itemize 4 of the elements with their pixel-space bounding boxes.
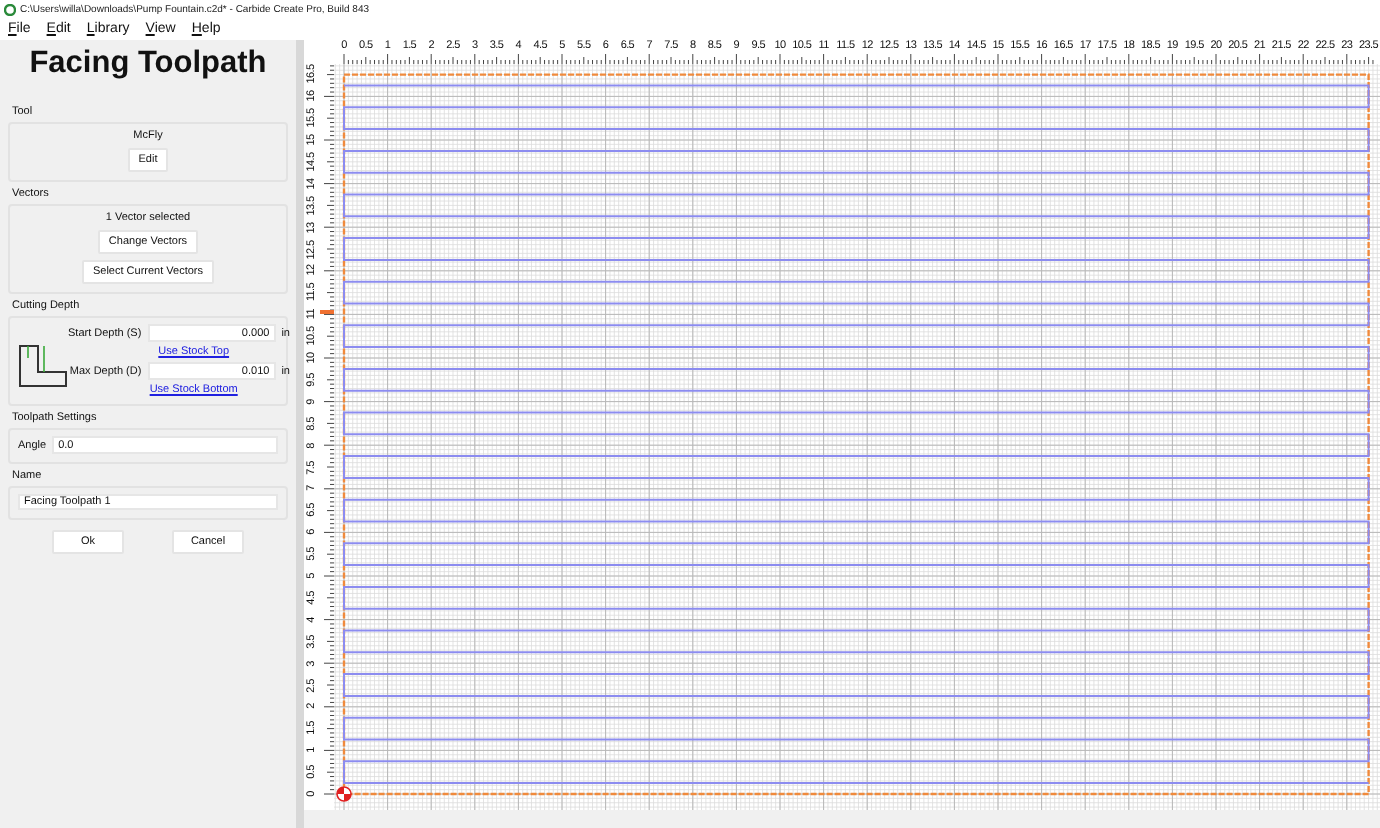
panel-title: Facing Toolpath <box>27 46 269 82</box>
position-marker <box>320 310 334 313</box>
depth-diagram-icon <box>18 344 68 388</box>
app-icon <box>4 3 16 15</box>
